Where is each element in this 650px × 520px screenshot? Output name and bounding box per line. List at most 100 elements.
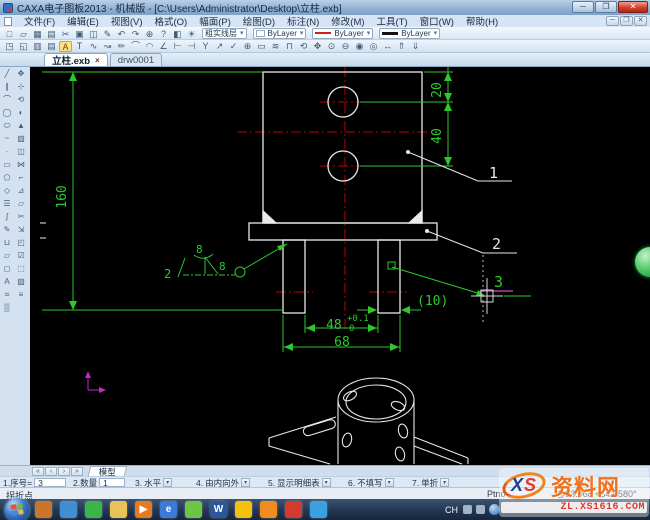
menu-dimension[interactable]: 标注(N) <box>281 14 325 28</box>
link-icon[interactable]: ⊕ <box>143 29 156 40</box>
dim-baseline-icon[interactable]: ⊣ <box>185 41 198 52</box>
layer-settings-icon[interactable]: ◧ <box>171 29 184 40</box>
check-icon[interactable]: ✓ <box>227 41 240 52</box>
grid-icon[interactable]: ⌗ <box>1 289 13 301</box>
circle-icon[interactable]: ◯ <box>1 107 13 119</box>
new-icon[interactable]: □ <box>3 29 16 40</box>
chevron-down-icon[interactable]: ▾ <box>163 478 173 487</box>
tab-close-icon[interactable]: × <box>95 56 100 65</box>
sheet-first-button[interactable]: « <box>32 466 44 476</box>
table-icon[interactable]: ▥ <box>31 41 44 52</box>
quantity-input[interactable]: 1 <box>99 478 126 487</box>
stretch-icon[interactable]: ◫ <box>15 146 27 158</box>
contour-icon[interactable]: ʃ <box>1 211 13 223</box>
extend-icon[interactable]: ⇲ <box>15 224 27 236</box>
properties-icon[interactable]: ☑ <box>15 250 27 262</box>
corner-icon[interactable]: ⌐ <box>15 172 27 184</box>
rotate-icon[interactable]: ⟲ <box>15 94 27 106</box>
lineweight-combobox[interactable]: ByLayer ▾ <box>379 27 441 39</box>
text-style-icon[interactable]: T <box>73 41 86 52</box>
taskbar-icon-folder[interactable] <box>110 501 127 518</box>
taskbar-icon-word[interactable]: W <box>210 501 227 518</box>
merge-cells-icon[interactable]: ◱ <box>17 41 30 52</box>
chevron-down-icon[interactable]: ▾ <box>321 478 331 487</box>
open-icon[interactable]: ▱ <box>17 29 30 40</box>
sheet-last-button[interactable]: » <box>71 466 83 476</box>
menu-sheet[interactable]: 幅面(P) <box>193 14 237 28</box>
array-icon[interactable]: ▧ <box>15 133 27 145</box>
scale-icon[interactable]: ▲ <box>15 120 27 132</box>
redo-icon[interactable]: ↷ <box>129 29 142 40</box>
chevron-down-icon[interactable]: ▾ <box>241 478 251 487</box>
explode-icon[interactable]: ◰ <box>15 237 27 249</box>
cut-icon[interactable]: ✂ <box>59 29 72 40</box>
model-sheet-tab[interactable]: 模型 <box>87 466 128 477</box>
menu-window[interactable]: 窗口(W) <box>414 14 460 28</box>
move-view-icon[interactable]: ✥ <box>311 41 324 52</box>
layer-toggle-icon[interactable]: ☀ <box>185 29 198 40</box>
arc-icon[interactable]: ⌒ <box>129 41 142 52</box>
rotate-view-icon[interactable]: ⟲ <box>297 41 310 52</box>
ellipse-icon[interactable]: ⬭ <box>1 120 13 132</box>
balloon-number-icon[interactable]: A <box>59 40 72 52</box>
leader-icon[interactable]: Y <box>199 41 212 52</box>
hatch-edit-icon[interactable]: ▨ <box>15 276 27 288</box>
dim-linear-icon[interactable]: ⊢ <box>171 41 184 52</box>
menu-modify[interactable]: 修改(M) <box>325 14 370 28</box>
paste-icon[interactable]: ◫ <box>87 29 100 40</box>
drawing-canvas[interactable]: 160 20 40 48 +0.1 0 68 (10) 8 8 2 3 1 2 <box>30 67 650 465</box>
print-icon[interactable]: ▤ <box>45 29 58 40</box>
copy-icon[interactable]: ▣ <box>73 29 86 40</box>
child-window-button[interactable]: ─ <box>606 16 619 26</box>
insert-icon[interactable]: ◻ <box>1 263 13 275</box>
maximize-button[interactable]: ❐ <box>595 1 617 13</box>
tab-drw0001[interactable]: drw0001 <box>109 53 163 66</box>
fill-icon[interactable]: ▒ <box>1 302 13 314</box>
wave-line-icon[interactable]: ≋ <box>269 41 282 52</box>
taskbar-icon-360sphere[interactable] <box>185 501 202 518</box>
erase-icon[interactable]: ⬚ <box>15 263 27 275</box>
pan-icon[interactable]: ↔ <box>381 41 394 52</box>
hatch-icon[interactable]: ☰ <box>1 198 13 210</box>
move-icon[interactable]: ✥ <box>15 68 27 80</box>
pencil-icon[interactable]: ✏ <box>115 41 128 52</box>
taskbar-icon-chrome[interactable] <box>235 501 252 518</box>
arc3pt-icon[interactable]: ◠ <box>143 41 156 52</box>
taskbar-icon-wangwang[interactable] <box>35 501 52 518</box>
sketch-icon[interactable]: ↝ <box>101 41 114 52</box>
language-indicator[interactable]: CH <box>445 505 458 515</box>
taskbar-icon-ie[interactable]: e <box>160 501 177 518</box>
sketch-icon[interactable]: ✎ <box>1 224 13 236</box>
format-brush-icon[interactable]: ✎ <box>101 29 114 40</box>
spline-icon[interactable]: ∿ <box>87 41 100 52</box>
offset-icon[interactable]: ▱ <box>15 198 27 210</box>
child-window-button[interactable]: ❐ <box>620 16 633 26</box>
taskbar-icon-thunder[interactable] <box>310 501 327 518</box>
zoom-window-icon[interactable]: ⊙ <box>325 41 338 52</box>
rect-icon[interactable]: ▭ <box>255 41 268 52</box>
break-icon[interactable]: ✂ <box>15 211 27 223</box>
serial-number-input[interactable]: 3 <box>34 478 67 487</box>
trim-icon[interactable]: ⋈ <box>15 159 27 171</box>
linetype-combobox[interactable]: ByLayer ▾ <box>312 27 374 39</box>
sheet-prev-button[interactable]: ‹ <box>45 466 57 476</box>
rectangle-icon[interactable]: ▭ <box>1 159 13 171</box>
chevron-down-icon[interactable]: ▾ <box>384 478 394 487</box>
copy-icon[interactable]: ⊹ <box>15 81 27 93</box>
tray-icon[interactable] <box>476 505 485 514</box>
layer-combobox[interactable]: 粗实线层 ▾ <box>202 27 247 39</box>
color-combobox[interactable]: ByLayer ▾ <box>252 27 307 39</box>
sheet-next-button[interactable]: › <box>58 466 70 476</box>
grid-icon[interactable]: ▤ <box>45 41 58 52</box>
polygon-icon[interactable]: ⬠ <box>1 172 13 184</box>
menu-tools[interactable]: 工具(T) <box>371 14 414 28</box>
help-icon[interactable]: ? <box>157 29 170 40</box>
list-icon[interactable]: ≡ <box>15 289 27 301</box>
menu-help[interactable]: 帮助(H) <box>460 14 504 28</box>
taskbar-icon-suite[interactable] <box>60 501 77 518</box>
taskbar-icon-red-app[interactable] <box>285 501 302 518</box>
child-window-button[interactable]: ✕ <box>634 16 647 26</box>
point-icon[interactable]: · <box>1 146 13 158</box>
pane-icon[interactable]: ◳ <box>3 41 16 52</box>
line-icon[interactable]: ╱ <box>1 68 13 80</box>
